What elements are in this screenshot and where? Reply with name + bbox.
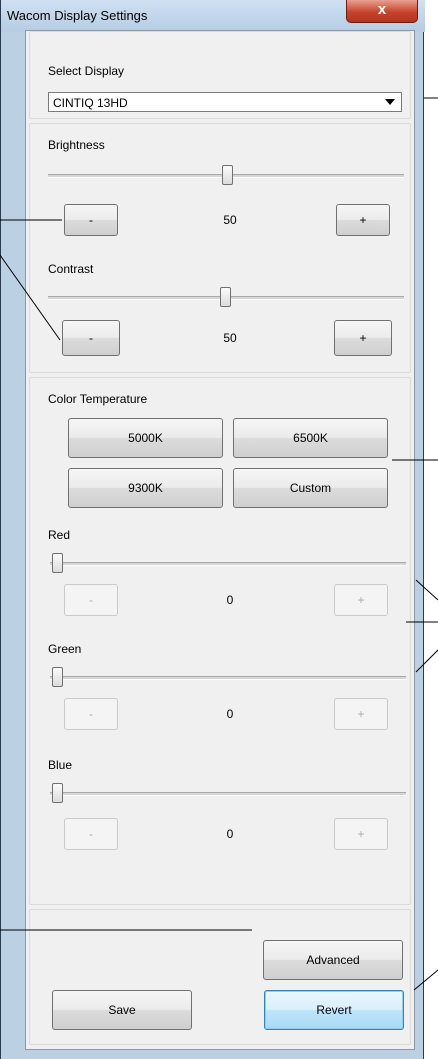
settings-window: Wacom Display Settings x Select Display … (0, 0, 425, 1059)
select-display-label: Select Display (48, 64, 125, 78)
brightness-value: 50 (223, 213, 237, 227)
display-select-value: CINTIQ 13HD (53, 96, 128, 110)
brightness-label: Brightness (48, 138, 105, 152)
blue-value: 0 (226, 827, 234, 841)
green-plus-button[interactable]: + (334, 698, 388, 730)
red-value: 0 (226, 593, 234, 607)
blue-slider-thumb[interactable] (52, 783, 63, 803)
contrast-minus-button[interactable]: - (62, 320, 120, 356)
display-select[interactable]: CINTIQ 13HD (48, 92, 402, 112)
contrast-plus-button[interactable]: + (334, 320, 392, 356)
green-value: 0 (226, 707, 234, 721)
preset-custom-button[interactable]: Custom (233, 468, 388, 508)
color-temperature-panel: Color Temperature 5000K 6500K 9300K Cust… (29, 377, 411, 905)
red-slider-thumb[interactable] (52, 553, 63, 573)
actions-panel: Advanced Save Revert (29, 909, 411, 1045)
save-button[interactable]: Save (52, 990, 192, 1030)
green-slider-thumb[interactable] (52, 667, 63, 687)
brightness-plus-button[interactable]: + (336, 204, 390, 236)
contrast-slider-thumb[interactable] (220, 287, 231, 307)
window-title: Wacom Display Settings (7, 8, 148, 23)
red-slider-track[interactable] (50, 562, 406, 566)
red-label: Red (48, 528, 71, 542)
green-label: Green (48, 642, 82, 656)
brightness-minus-button[interactable]: - (64, 204, 118, 236)
color-temperature-label: Color Temperature (48, 392, 148, 406)
advanced-button[interactable]: Advanced (263, 940, 403, 980)
preset-5000k-button[interactable]: 5000K (68, 418, 223, 458)
green-slider-track[interactable] (50, 676, 406, 680)
contrast-label: Contrast (48, 262, 94, 276)
close-button[interactable]: x (346, 0, 418, 23)
red-minus-button[interactable]: - (64, 584, 118, 616)
client-area: Select Display CINTIQ 13HD Brightness - … (25, 30, 415, 1050)
revert-button[interactable]: Revert (264, 990, 404, 1030)
blue-plus-button[interactable]: + (334, 818, 388, 850)
title-bar[interactable]: Wacom Display Settings x (1, 0, 425, 32)
preset-9300k-button[interactable]: 9300K (68, 468, 223, 508)
brightness-contrast-panel: Brightness - 50 + Contrast - 50 + (29, 123, 411, 373)
blue-slider-track[interactable] (50, 792, 406, 796)
blue-label: Blue (48, 758, 73, 772)
blue-minus-button[interactable]: - (64, 818, 118, 850)
display-panel: Select Display CINTIQ 13HD (29, 31, 411, 119)
chevron-down-icon (385, 99, 395, 105)
contrast-value: 50 (223, 331, 237, 345)
green-minus-button[interactable]: - (64, 698, 118, 730)
preset-6500k-button[interactable]: 6500K (233, 418, 388, 458)
red-plus-button[interactable]: + (334, 584, 388, 616)
brightness-slider-thumb[interactable] (222, 165, 233, 185)
